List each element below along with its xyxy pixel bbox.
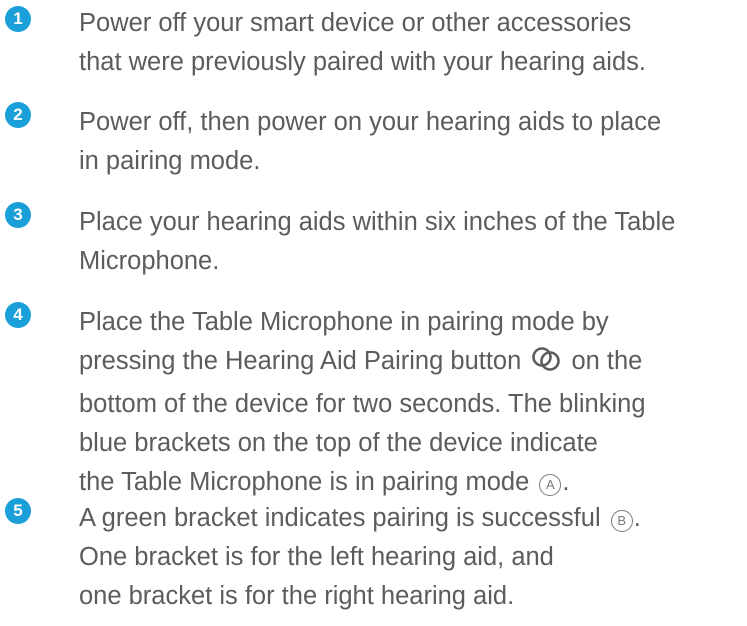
step-text-part: Place the Table Microphone in pairing mo… (79, 308, 609, 375)
step-text: Power off, then power on your hearing ai… (79, 108, 662, 175)
callout-marker: A (539, 474, 562, 496)
step-number-badge: 3 (5, 202, 31, 228)
step-number-badge: 4 (5, 302, 31, 328)
step-text: A green bracket indicates pairing is suc… (79, 499, 747, 616)
pairing-instructions: 1 Power off your smart device or other a… (0, 0, 747, 626)
step-number-badge: 1 (5, 6, 31, 32)
pairing-icon (530, 345, 562, 385)
step-number-badge: 2 (5, 102, 31, 128)
callout-marker: B (610, 510, 633, 532)
step-text-part: A green bracket indicates pairing is suc… (79, 504, 601, 532)
step-text: Place the Table Microphone in pairing mo… (79, 303, 747, 502)
step-text: Power off your smart device or other acc… (79, 9, 646, 76)
step-text-part: . (562, 468, 570, 496)
step-number-badge: 5 (5, 498, 31, 524)
step-text: Place your hearing aids within six inche… (79, 208, 676, 275)
